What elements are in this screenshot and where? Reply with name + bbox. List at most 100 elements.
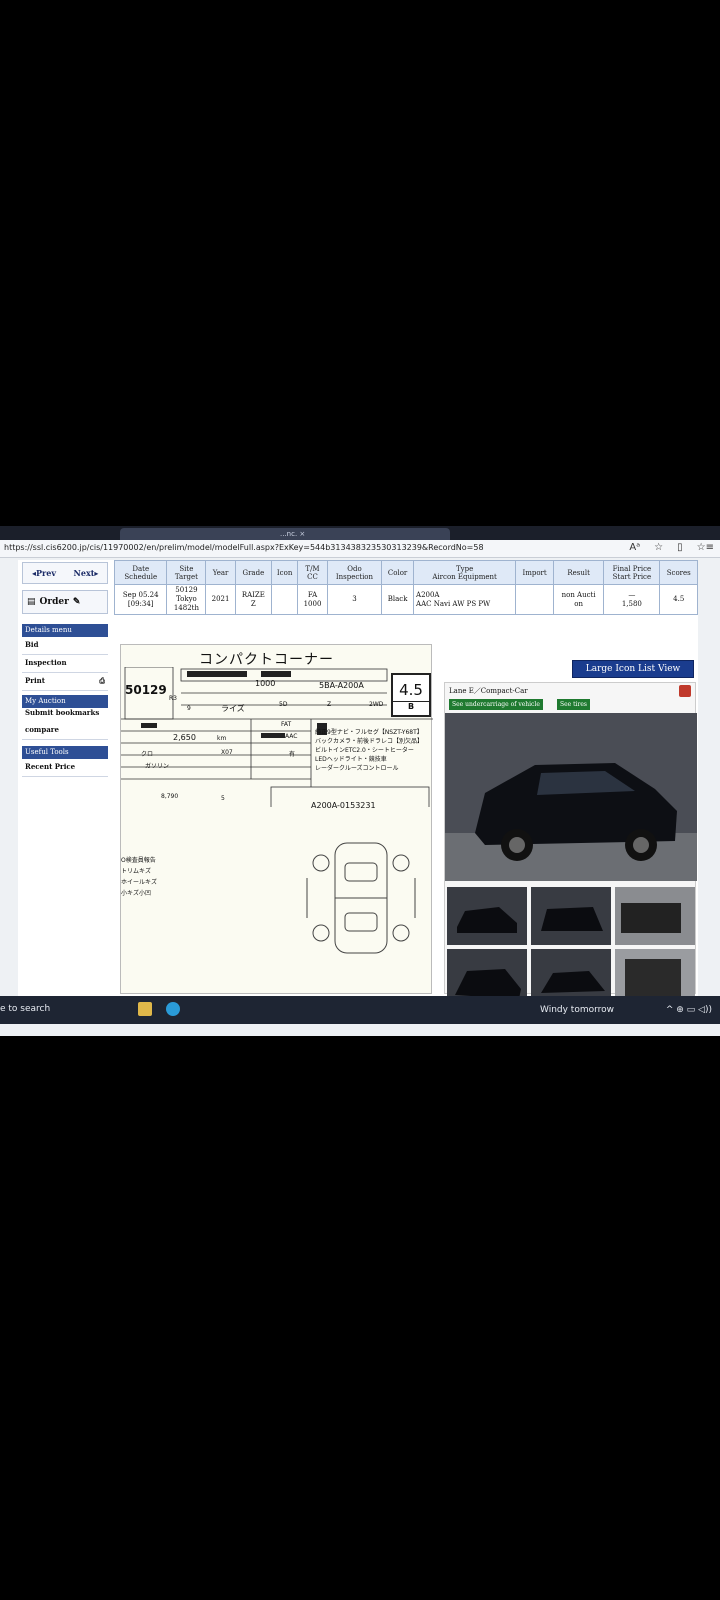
order-label: Order [39,597,69,607]
cell-type: A200A AAC Navi AW PS PW [413,584,517,615]
header-year: Year [212,568,229,577]
start-price-value: 1,580 [621,599,642,608]
split-screen-icon[interactable]: ▯ [677,542,683,553]
next-button[interactable]: Next▸ [65,563,107,583]
close-icon[interactable] [679,685,691,697]
edge-browser-icon[interactable] [166,1002,180,1016]
sidebar-item-inspection[interactable]: Inspection [22,655,108,673]
order-edit-icon: ✎ [72,597,81,607]
sheet-doors: 5D [279,701,288,708]
large-icon-list-view-button[interactable]: Large Icon List View [572,660,694,678]
system-tray[interactable]: ^ ⊕ ▭ ◁)) [666,1005,712,1015]
sheet-km-unit: km [217,735,227,742]
sidebar-item-recent-price[interactable]: Recent Price [22,759,108,777]
main-car-photo[interactable] [445,713,697,881]
lane-label: Lane E／Compact-Car [449,687,528,695]
sidebar-item-bookmarks[interactable]: Submit bookmarks [22,708,108,718]
target-value: 1482th [173,604,199,612]
cell-import [515,584,554,615]
taskbar-search[interactable]: e to search [0,1004,50,1014]
header-icon: Icon [276,568,293,577]
cell-price: —1,580 [603,584,661,615]
header-scores: Scores [666,568,691,577]
sidebar: Details menu Bid Inspection Print ⎙ My Au… [22,624,108,777]
header-price: Final Price Start Price [612,564,652,581]
read-aloud-icon[interactable]: Aᵃ [629,542,640,553]
sheet-title: コンパクトコーナー [199,652,334,668]
sidebar-item-compare[interactable]: compare [22,722,108,740]
header-site-target: Site Target [174,564,198,581]
order-button[interactable]: ▤ Order ✎ [22,590,108,614]
sheet-color: クロ [141,751,154,758]
undercarriage-button[interactable]: See undercarriage of vehicle [449,699,543,710]
sheet-interior-grade: B [393,701,429,711]
final-price-value: — [628,590,636,599]
browser-tab[interactable]: ...nc. × [120,528,450,540]
date-value: Sep 05.24 [122,590,159,599]
sidebar-details-menu: Details menu [22,624,108,637]
compare-label: compare [25,725,59,734]
col-price: Final Price Start Price [603,560,661,585]
cell-result: non Aucti on [552,584,605,615]
col-color: Color [381,560,415,585]
col-year: Year [205,560,236,585]
url-text[interactable]: https://ssl.cis6200.jp/cis/11970002/en/p… [4,543,484,552]
sales-point: レーダークルーズコントロール [315,765,399,772]
sheet-note: トリムキズ [121,868,152,875]
sheet-recycle: 8,790 [161,793,179,800]
col-grade: Grade [234,560,272,585]
lot-summary-table: Date Schedule Site Target Year Grade Ico… [113,560,698,615]
cell-site: 50129 Tokyo 1482th [166,584,207,615]
sales-point: ビルトインETC2.0・シートヒーター [315,747,414,754]
sheet-year: R3 [169,695,177,702]
address-bar[interactable]: https://ssl.cis6200.jp/cis/11970002/en/p… [0,540,720,558]
col-site-target: Site Target [166,560,207,585]
sheet-mileage: 2,650 [173,733,196,742]
browser-tabstrip: ...nc. × [0,526,720,540]
sheet-chassis: A200A-0153231 [311,801,376,810]
photo-thumbnail[interactable] [615,887,695,945]
sheet-ac: AAC [285,733,298,740]
cell-tm-cc: FA 1000 [297,584,328,615]
result-value-2: on [574,599,583,608]
lot-value: 50129 [175,586,198,594]
inspection-label: Inspection [25,658,67,667]
cell-year: 2021 [205,584,236,615]
sheet-color-code: X07 [221,749,233,756]
prev-button[interactable]: ◂Prev [23,563,65,583]
sheet-note: O検査員報告 [121,857,156,864]
print-label: Print [25,676,45,685]
photo-thumbnail[interactable] [447,887,527,945]
sheet-notes: O検査員報告 トリムキズ ホイールキズ 小キズ小凹 [121,855,157,897]
favorite-star-icon[interactable]: ☆ [654,542,663,553]
col-icon: Icon [270,560,299,585]
header-odo-inspection: Odo Inspection [335,564,374,581]
file-explorer-icon[interactable] [138,1002,152,1016]
sheet-shift: FAT [281,721,292,728]
sheet-lot-number: 50129 [125,683,167,697]
sidebar-useful-tools: Useful Tools [22,746,108,759]
sales-point: LEDヘッドライト・競技車 [315,756,387,763]
col-import: Import [515,560,554,585]
sidebar-item-print[interactable]: Print ⎙ [22,673,108,691]
prev-next-nav: ◂Prev Next▸ [22,562,108,584]
sheet-model-code: 5BA-A200A [319,681,364,690]
header-color: Color [387,568,408,577]
auction-sheet[interactable]: コンパクトコーナー 50129 1000 5BA-A200A 4.5 B R3 … [120,644,433,994]
site-value: Tokyo [176,595,197,603]
sheet-note: 小キズ小凹 [121,890,152,897]
header-result: Result [567,568,590,577]
sheet-fuel: ガソリン [145,763,170,770]
sheet-score: 4.5 [399,681,423,699]
col-scores: Scores [659,560,698,585]
col-result: Result [552,560,605,585]
tires-button[interactable]: See tires [557,699,590,710]
print-icon: ⎙ [99,676,105,685]
col-tm-cc: T/M CC [297,560,328,585]
tm-value: FA [307,590,318,599]
weather-widget[interactable]: Windy tomorrow [540,1005,614,1015]
photo-thumbnail[interactable] [531,887,611,945]
sheet-grade: Z [327,701,332,708]
sidebar-item-bid[interactable]: Bid [22,637,108,655]
favorites-icon[interactable]: ☆≡ [697,542,714,553]
